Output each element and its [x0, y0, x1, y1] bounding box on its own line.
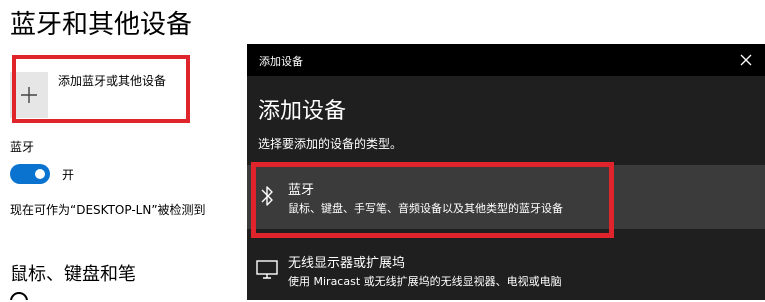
- bluetooth-section-label: 蓝牙: [10, 140, 35, 154]
- highlight-box-add-device: [12, 55, 190, 123]
- dialog-subtitle: 选择要添加的设备的类型。: [258, 137, 403, 151]
- device-list-item-partial[interactable]: [10, 292, 250, 300]
- dialog-heading: 添加设备: [258, 99, 347, 124]
- bluetooth-toggle[interactable]: [10, 164, 50, 184]
- dialog-titlebar: 添加设备: [247, 44, 765, 76]
- option-wireless-display-description: 使用 Miracast 或无线扩展坞的无线显视器、电视或电脑: [288, 275, 562, 288]
- option-wireless-display[interactable]: 无线显示器或扩展坞 使用 Miracast 或无线扩展坞的无线显视器、电视或电脑: [247, 238, 765, 302]
- close-icon[interactable]: [739, 53, 753, 67]
- mouse-icon: [10, 292, 28, 300]
- monitor-icon: [256, 260, 278, 279]
- highlight-box-bluetooth-option: [251, 162, 614, 238]
- option-wireless-display-title: 无线显示器或扩展坞: [288, 256, 406, 271]
- toggle-knob: [35, 169, 45, 179]
- discoverable-status: 现在可作为“DESKTOP-LN”被检测到: [10, 203, 206, 217]
- page-title: 蓝牙和其他设备: [10, 10, 193, 40]
- section-title-mouse-keyboard-pen: 鼠标、键盘和笔: [10, 264, 136, 285]
- dialog-window-title: 添加设备: [259, 55, 303, 68]
- toggle-state-label: 开: [62, 168, 75, 182]
